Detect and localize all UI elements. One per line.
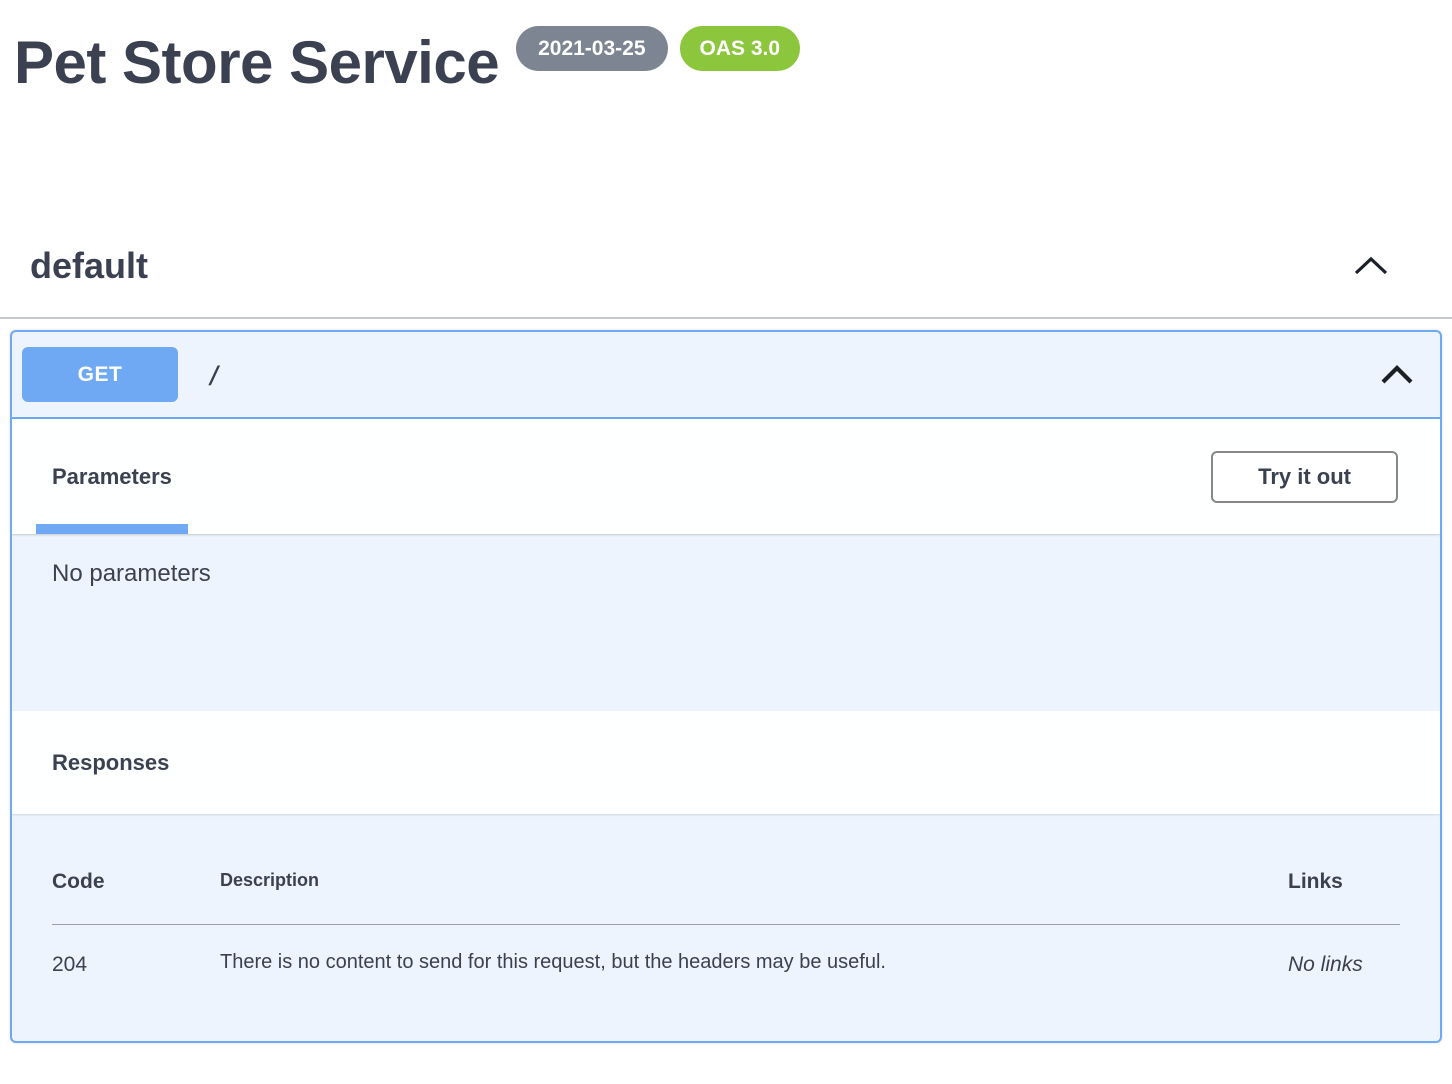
no-parameters-text: No parameters bbox=[52, 560, 1400, 588]
responses-title: Responses bbox=[52, 750, 169, 776]
version-badge: 2021-03-25 bbox=[516, 26, 667, 71]
responses-header: Responses bbox=[12, 711, 1440, 814]
oas-version-badge: OAS 3.0 bbox=[680, 26, 801, 71]
tab-parameters[interactable]: Parameters bbox=[36, 419, 188, 534]
tab-parameters-label: Parameters bbox=[52, 464, 172, 490]
collapse-operation-icon bbox=[1379, 364, 1415, 386]
opblock-body: Parameters Try it out No parameters Resp… bbox=[12, 419, 1440, 1041]
parameters-tab-header: Parameters Try it out bbox=[12, 419, 1440, 534]
collapse-section-icon bbox=[1352, 255, 1390, 277]
response-description: There is no content to send for this req… bbox=[220, 925, 1288, 1012]
responses-body: Code Description Links 204 There is no c… bbox=[12, 814, 1440, 1041]
column-header-links: Links bbox=[1288, 860, 1400, 925]
response-links: No links bbox=[1288, 925, 1400, 1012]
http-method-badge: GET bbox=[22, 347, 178, 402]
response-code: 204 bbox=[52, 925, 220, 1012]
tag-section: default GET / Parameters Try it out bbox=[0, 245, 1452, 1043]
column-header-code: Code bbox=[52, 860, 220, 925]
api-info-header: Pet Store Service 2021-03-25 OAS 3.0 bbox=[0, 0, 1452, 97]
opblock-get: GET / Parameters Try it out No parameter… bbox=[10, 330, 1442, 1043]
tag-section-header[interactable]: default bbox=[0, 245, 1452, 319]
column-header-description: Description bbox=[220, 860, 1288, 925]
response-row-204: 204 There is no content to send for this… bbox=[52, 925, 1400, 1012]
endpoint-path-link[interactable]: / bbox=[207, 361, 221, 389]
parameters-body: No parameters bbox=[12, 534, 1440, 711]
api-title-text: Pet Store Service bbox=[14, 29, 499, 96]
responses-table: Code Description Links 204 There is no c… bbox=[52, 860, 1400, 1011]
page-title: Pet Store Service 2021-03-25 OAS 3.0 bbox=[14, 28, 1452, 97]
tag-title: default bbox=[30, 245, 148, 287]
try-it-out-button[interactable]: Try it out bbox=[1211, 451, 1398, 503]
opblock-summary[interactable]: GET / bbox=[12, 332, 1440, 419]
responses-table-header-row: Code Description Links bbox=[52, 860, 1400, 925]
